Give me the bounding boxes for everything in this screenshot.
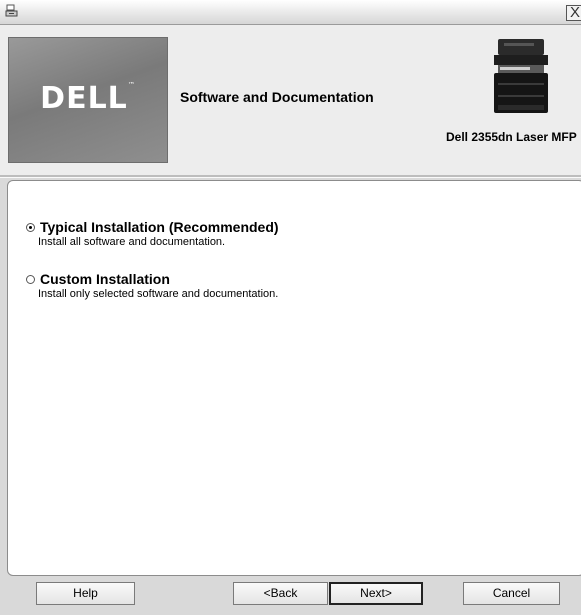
option-description: Install only selected software and docum… [38,288,279,300]
dell-logo: DELL™ [8,81,168,116]
logo-text: DELL [40,81,128,116]
cancel-button[interactable]: Cancel [463,582,560,605]
next-button[interactable]: Next> [329,582,423,605]
close-icon: X [570,4,581,21]
logo-trademark: ™ [127,81,136,89]
radio-selected-dot [29,226,32,229]
title-bar: X [0,0,581,25]
header-banner: DELL™ Software and Documentation Dell 23… [0,25,581,175]
option-description: Install all software and documentation. [38,236,226,248]
option-title: Typical Installation (Recommended) [40,219,279,235]
back-button[interactable]: <Back [233,582,328,605]
custom-radio[interactable] [26,275,35,284]
dell-logo-panel: DELL™ [8,37,168,163]
option-title: Custom Installation [40,271,170,287]
printer-model-label: Dell 2355dn Laser MFP [446,130,577,144]
typical-radio[interactable] [26,223,35,232]
installer-icon [5,4,18,17]
close-button[interactable]: X [566,5,581,21]
help-button[interactable]: Help [36,582,135,605]
header-divider [0,175,581,178]
installation-type-panel: Typical Installation (Recommended) Insta… [7,180,581,576]
printer-image [494,39,548,113]
page-title: Software and Documentation [180,89,374,105]
